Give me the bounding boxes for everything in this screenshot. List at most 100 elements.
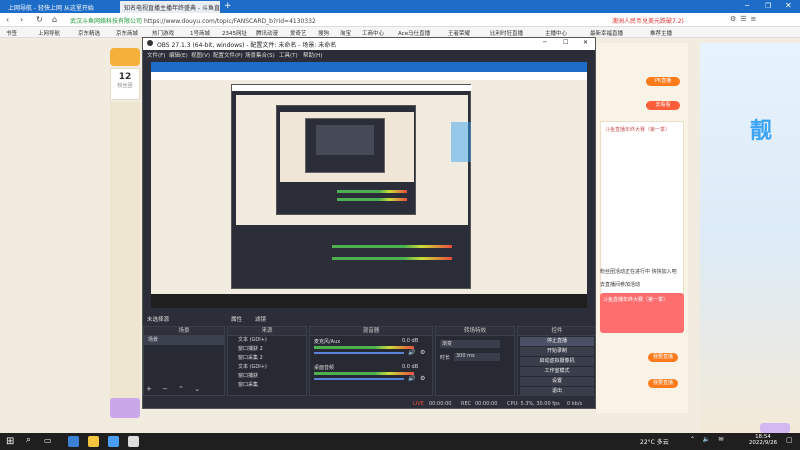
volume-slider[interactable]: [314, 378, 404, 380]
bookmark-item[interactable]: 推荐主播: [650, 29, 672, 37]
bookmark-item[interactable]: 最新幸福直播: [590, 29, 623, 37]
bookmark-item[interactable]: 京东商城: [116, 29, 138, 37]
obs-maximize-icon[interactable]: ☐: [563, 39, 568, 46]
obs-title-bar: OBS 27.1.3 (64-bit, windows) - 配置文件: 未命名…: [143, 38, 595, 50]
no-source-label: 未选择源: [147, 317, 170, 323]
bookmark-item[interactable]: 淘宝: [340, 29, 351, 37]
settings-button[interactable]: 设置: [520, 377, 594, 386]
close-icon[interactable]: ✕: [785, 1, 792, 10]
bookmark-item[interactable]: 比利时狂直播: [490, 29, 523, 37]
edge-app-icon[interactable]: [108, 436, 119, 447]
gift-icon[interactable]: [760, 423, 790, 433]
obs-status-bar: LIVE 00:00:00 REC 00:00:00 CPU: 5.3%, 30…: [143, 398, 595, 408]
bookmark-item[interactable]: 爱奇艺: [290, 29, 307, 37]
stop-streaming-button[interactable]: 停止直播: [520, 337, 594, 346]
menu-scene-collection[interactable]: 场景集合(S): [245, 51, 275, 59]
bookmark-item[interactable]: 书签: [6, 29, 17, 37]
source-item[interactable]: 文本 (GDI+): [228, 363, 306, 372]
tray-icons[interactable]: ⌃ 🔈 ✉: [690, 436, 726, 443]
speaker-icon[interactable]: 🔊: [408, 375, 415, 382]
live-label: LIVE: [413, 401, 424, 407]
bookmark-item[interactable]: 京东精选: [78, 29, 100, 37]
menu-help[interactable]: 帮助(H): [303, 51, 322, 59]
tab-home[interactable]: 上网导航 - 轻快上网 从这里开始: [4, 1, 116, 13]
bookmark-item[interactable]: 搜狗: [318, 29, 329, 37]
toolbar-icons[interactable]: ⚙☰≡: [730, 15, 760, 23]
menu-tools[interactable]: 工具(T): [279, 51, 298, 59]
bookmark-item[interactable]: 上网导航: [38, 29, 60, 37]
fans-card[interactable]: 12 粉丝团: [110, 68, 140, 100]
scene-controls[interactable]: + − ⌃ ⌄: [146, 385, 204, 393]
volume-slider[interactable]: [314, 352, 404, 354]
bookmark-item[interactable]: 工商中心: [362, 29, 384, 37]
scene-item[interactable]: 场景: [144, 336, 224, 345]
bookmark-item[interactable]: 腾讯动漫: [256, 29, 278, 37]
source-item[interactable]: 窗口捕获: [228, 372, 306, 381]
obs-preview[interactable]: [151, 62, 587, 308]
hot-search[interactable]: 澳洲人民币兑美元跌破7.2): [612, 16, 722, 25]
obs-minimize-icon[interactable]: ─: [543, 39, 547, 46]
filters-button[interactable]: 滤镜: [255, 315, 266, 323]
menu-edit[interactable]: 编辑(E): [169, 51, 188, 59]
source-item[interactable]: 文本 (GDI+): [228, 336, 306, 345]
live-time: 00:00:00: [429, 401, 452, 407]
bookmark-item[interactable]: 王者荣耀: [448, 29, 470, 37]
pk-button[interactable]: PK直播: [646, 77, 680, 86]
speaker-icon[interactable]: 🔊: [408, 349, 415, 356]
start-recording-button[interactable]: 开始录制: [520, 347, 594, 356]
source-item[interactable]: 窗口捕获 2: [228, 345, 306, 354]
right-bg-decoration: 靓: [700, 43, 800, 433]
bookmark-item[interactable]: 热门游戏: [152, 29, 174, 37]
search-icon[interactable]: ⌕: [26, 435, 31, 445]
right-panel: PK直播 去看看 斗鱼直播年终大赛（第一季） 粉丝团活动正在进行中 快快加入吧 …: [596, 43, 688, 413]
minimize-icon[interactable]: ─: [745, 2, 749, 10]
studio-mode-button[interactable]: 工作室模式: [520, 367, 594, 376]
preview-meter: [337, 198, 407, 201]
forward-icon[interactable]: ›: [20, 15, 23, 24]
duration-label: 时长: [440, 355, 451, 361]
mixer-channel-name: 桌面音频: [314, 365, 335, 371]
go-button[interactable]: 去看看: [646, 101, 680, 110]
live-button-1[interactable]: 我要直播: [648, 353, 678, 362]
properties-button[interactable]: 属性: [231, 315, 242, 323]
weather-readout[interactable]: 22°C 多云: [640, 437, 669, 446]
menu-file[interactable]: 文件(F): [147, 51, 165, 59]
obs-close-icon[interactable]: ✕: [583, 39, 588, 46]
mixer-channel-name: 麦克风/Aux: [314, 339, 341, 345]
preview-addressbar: [151, 72, 587, 80]
reload-icon[interactable]: ↻: [36, 15, 43, 24]
live-button-2[interactable]: 我要直播: [648, 379, 678, 388]
rec-label: REC: [461, 401, 472, 407]
new-tab-button[interactable]: +: [224, 1, 232, 11]
menu-profile[interactable]: 配置文件(P): [213, 51, 243, 59]
clock[interactable]: 18:54 2022/9/26: [748, 434, 778, 446]
notice-text-2: 去直播间参加活动: [600, 282, 641, 288]
bookmark-item[interactable]: 主播中心: [545, 29, 567, 37]
source-item[interactable]: 窗口采集: [228, 381, 306, 387]
bookmark-item[interactable]: 1号商城: [190, 29, 210, 37]
maximize-icon[interactable]: ❐: [765, 2, 771, 10]
bitrate-readout: 0 kb/s: [567, 401, 583, 407]
gear-icon[interactable]: ⚙: [420, 375, 425, 382]
menu-view[interactable]: 视图(V): [191, 51, 210, 59]
rank-text: 斗鱼直播年终大赛（第一季）: [605, 127, 671, 133]
home-icon[interactable]: ⌂: [52, 15, 57, 24]
task-view-icon[interactable]: ▭: [44, 436, 52, 445]
bookmark-item[interactable]: Ace马仕直播: [398, 29, 430, 37]
document-app-icon[interactable]: [128, 436, 139, 447]
virtual-camera-button[interactable]: 启动虚拟摄像机: [520, 357, 594, 366]
start-icon[interactable]: ⊞: [6, 436, 14, 447]
back-icon[interactable]: ‹: [6, 15, 9, 24]
source-item[interactable]: 窗口采集 2: [228, 354, 306, 363]
url-field[interactable]: 武汉斗鱼网络科技有限公司 https://www.douyu.com/topic…: [70, 16, 510, 25]
transition-select[interactable]: 渐变: [440, 340, 500, 348]
exit-button[interactable]: 退出: [520, 387, 594, 396]
duration-field[interactable]: 300 ms: [454, 353, 500, 361]
browser-app-icon[interactable]: [68, 436, 79, 447]
file-explorer-icon[interactable]: [88, 436, 99, 447]
notification-icon[interactable]: ▢: [786, 436, 793, 444]
gear-icon[interactable]: ⚙: [420, 349, 425, 356]
tab-douyu[interactable]: 知名电视直播主播年终盛典 - 斗鱼直播: [120, 1, 220, 13]
promo-banner[interactable]: 斗鱼直播年终大赛（第一季）: [600, 293, 684, 333]
bookmark-item[interactable]: 2345网址: [222, 29, 247, 37]
